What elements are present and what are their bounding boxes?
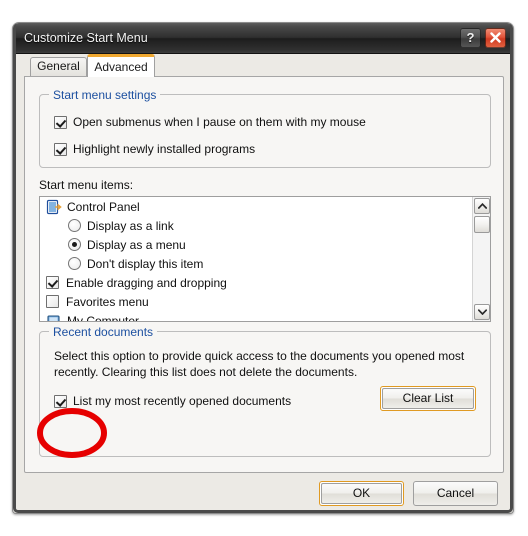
list-item-control-panel[interactable]: Control Panel	[40, 197, 472, 216]
radio-display-as-menu-dot	[68, 238, 81, 251]
tab-advanced-label: Advanced	[94, 60, 148, 74]
radio-display-as-link[interactable]: Display as a link	[40, 216, 472, 235]
checkbox-open-submenus[interactable]: Open submenus when I pause on them with …	[54, 115, 366, 129]
radio-dont-display-this-item-dot	[68, 257, 81, 270]
clear-list-button[interactable]: Clear List	[380, 386, 476, 411]
my-computer-icon	[47, 314, 60, 321]
tab-advanced[interactable]: Advanced	[87, 54, 155, 77]
checkbox-highlight-newly-installed[interactable]: Highlight newly installed programs	[54, 142, 255, 156]
help-icon: ?	[466, 30, 475, 45]
start-menu-items-list: Control Panel Display as a link Display …	[40, 197, 472, 321]
cancel-button[interactable]: Cancel	[413, 481, 498, 506]
listbox-scrollbar[interactable]	[472, 197, 490, 321]
ok-button-label: OK	[321, 483, 402, 504]
start-menu-settings-group: Start menu settings Open submenus when I…	[39, 88, 491, 168]
ok-button[interactable]: OK	[319, 481, 404, 506]
checkbox-open-submenus-label: Open submenus when I pause on them with …	[73, 115, 366, 129]
cancel-button-label: Cancel	[436, 486, 475, 500]
title-bar: Customize Start Menu ?	[13, 23, 513, 54]
customize-start-menu-dialog: Customize Start Menu ? General Advanced …	[12, 22, 514, 514]
radio-display-as-menu[interactable]: Display as a menu	[40, 235, 472, 254]
checkbox-list-recently-opened-documents[interactable]: List my most recently opened documents	[54, 394, 291, 408]
clear-list-button-label: Clear List	[382, 388, 474, 409]
close-icon	[490, 32, 501, 43]
checkbox-highlight-newly-installed-box	[54, 142, 67, 156]
control-panel-icon	[46, 199, 62, 214]
list-item-my-computer[interactable]: My Computer	[40, 311, 472, 321]
checkbox-favorites-menu[interactable]: Favorites menu	[40, 292, 472, 311]
checkbox-open-submenus-box	[54, 115, 67, 129]
checkbox-favorites-menu-box	[46, 295, 59, 308]
radio-dont-display-this-item-label: Don't display this item	[87, 256, 204, 271]
start-menu-items-label: Start menu items:	[39, 178, 134, 192]
scroll-down-button[interactable]	[474, 304, 490, 320]
window-title: Customize Start Menu	[24, 31, 148, 45]
checkbox-list-recently-opened-documents-box	[54, 394, 67, 408]
scrollbar-thumb[interactable]	[474, 216, 490, 233]
checkbox-enable-dragging-dropping-box	[46, 276, 59, 289]
tab-general-label: General	[37, 59, 80, 73]
scroll-up-button[interactable]	[474, 198, 490, 214]
recent-documents-description: Select this option to provide quick acce…	[54, 349, 465, 379]
recent-documents-group: Recent documents Select this option to p…	[39, 325, 491, 457]
checkbox-enable-dragging-dropping-label: Enable dragging and dropping	[66, 275, 227, 290]
tab-strip: General Advanced	[13, 54, 513, 77]
list-item-my-computer-label: My Computer	[67, 313, 140, 322]
close-button[interactable]	[485, 28, 506, 48]
radio-display-as-link-label: Display as a link	[87, 218, 174, 233]
checkbox-highlight-newly-installed-label: Highlight newly installed programs	[73, 142, 256, 156]
chevron-up-icon	[477, 203, 487, 209]
chevron-down-icon	[477, 309, 487, 315]
list-item-control-panel-label: Control Panel	[67, 199, 140, 214]
start-menu-settings-legend: Start menu settings	[49, 88, 161, 102]
checkbox-list-recently-opened-documents-label: List my most recently opened documents	[73, 394, 292, 408]
radio-dont-display-this-item[interactable]: Don't display this item	[40, 254, 472, 273]
help-button[interactable]: ?	[460, 28, 481, 48]
radio-display-as-menu-label: Display as a menu	[87, 237, 186, 252]
checkbox-enable-dragging-dropping[interactable]: Enable dragging and dropping	[40, 273, 472, 292]
advanced-tab-panel: Start menu settings Open submenus when I…	[24, 76, 504, 473]
radio-display-as-link-dot	[68, 219, 81, 232]
recent-documents-legend: Recent documents	[49, 325, 158, 339]
tab-general[interactable]: General	[30, 57, 87, 76]
checkbox-favorites-menu-label: Favorites menu	[66, 294, 149, 309]
start-menu-items-listbox[interactable]: Control Panel Display as a link Display …	[39, 196, 491, 322]
